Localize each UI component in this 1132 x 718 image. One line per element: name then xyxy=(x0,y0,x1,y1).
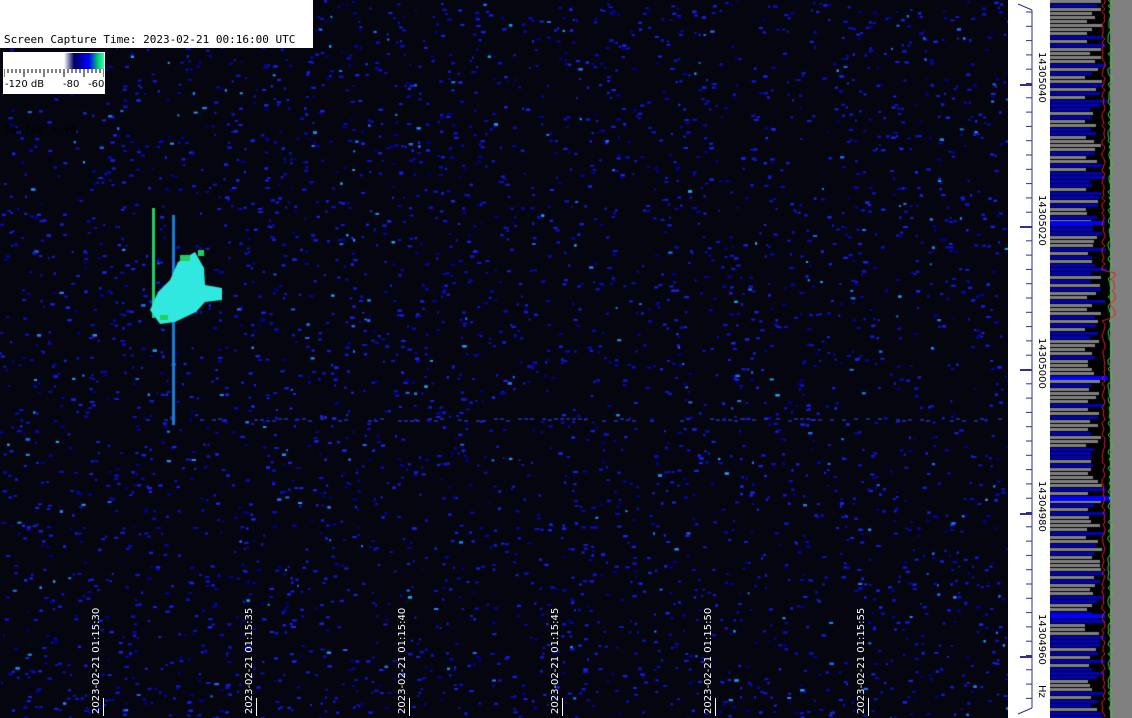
color-scale-legend: -120 dB -80 -60 xyxy=(3,52,105,94)
color-scale-ticks xyxy=(4,69,104,77)
legend-min-label: -120 dB xyxy=(5,79,45,90)
time-label: 2023-02-21 01:15:45 xyxy=(550,607,561,714)
capture-time-text: Screen Capture Time: 2023-02-21 00:16:00… xyxy=(4,33,296,46)
freq-unit-label: Hz xyxy=(1036,685,1047,698)
spectrum-profile xyxy=(1050,0,1132,718)
time-label: 2023-02-21 01:15:35 xyxy=(244,607,255,714)
time-label: 2023-02-21 01:15:30 xyxy=(91,607,102,714)
time-tick xyxy=(868,698,869,716)
time-tick xyxy=(715,698,716,716)
time-label: 2023-02-21 01:15:50 xyxy=(703,607,714,714)
freq-label-1: 14305020 xyxy=(1036,195,1047,246)
spectrum-canvas xyxy=(1050,0,1132,718)
color-scale-bar xyxy=(4,53,104,69)
time-tick xyxy=(562,698,563,716)
time-tick xyxy=(256,698,257,716)
waterfall-display: Screen Capture Time: 2023-02-21 00:16:00… xyxy=(0,0,1008,718)
freq-label-4: 14304960 xyxy=(1036,614,1047,665)
time-tick xyxy=(103,698,104,716)
time-label: 2023-02-21 01:15:40 xyxy=(397,607,408,714)
config-text: Config = V8 xyxy=(4,123,77,136)
capture-info-box: Screen Capture Time: 2023-02-21 00:16:00… xyxy=(0,0,313,136)
legend-mid-label: -80 xyxy=(63,79,80,90)
freq-label-2: 14305000 xyxy=(1036,338,1047,389)
freq-label-0: 14305040 xyxy=(1036,52,1047,103)
legend-max-label: -60 xyxy=(88,79,105,90)
freq-label-3: 14304980 xyxy=(1036,481,1047,532)
time-tick xyxy=(409,698,410,716)
time-label: 2023-02-21 01:15:55 xyxy=(856,607,867,714)
